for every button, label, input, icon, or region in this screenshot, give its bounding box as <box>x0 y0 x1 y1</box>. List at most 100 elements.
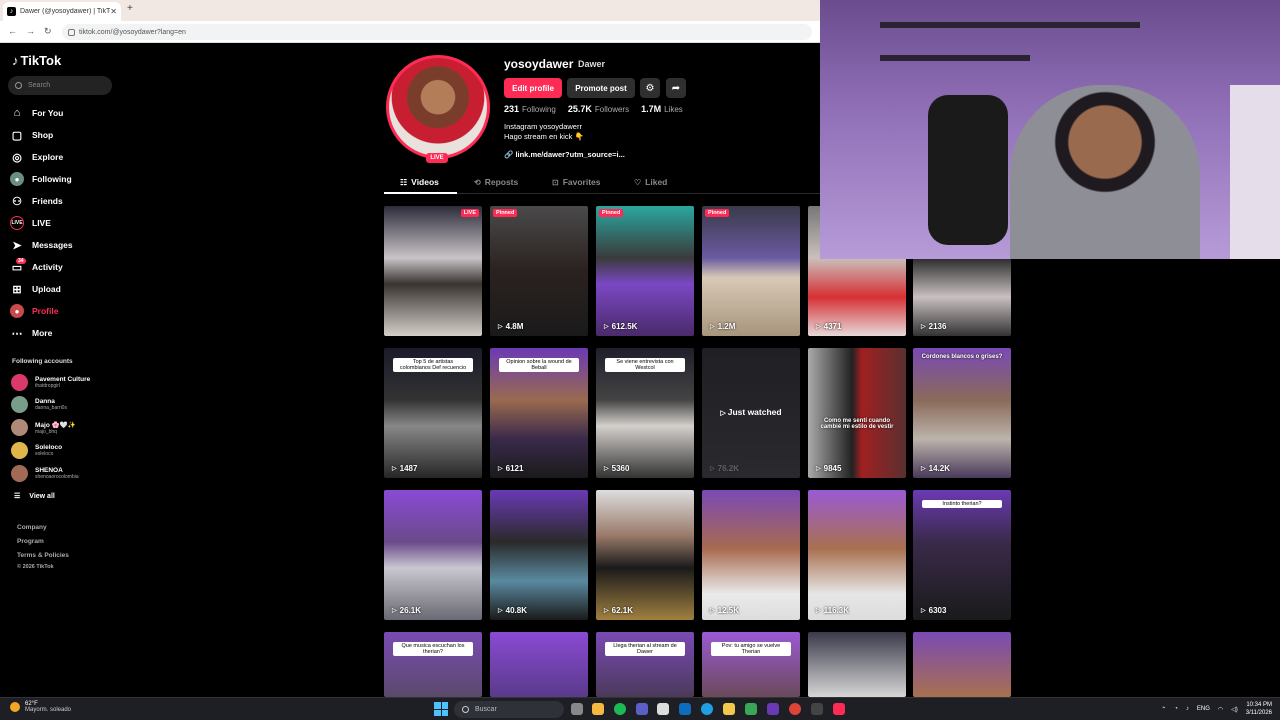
video-tile[interactable]: Pov: tu amigo se vuelve Therian <box>702 632 800 697</box>
video-tile[interactable]: Como me sentí cuando cambié mi estilo de… <box>808 348 906 478</box>
footer-link-program[interactable]: Program <box>17 538 44 545</box>
windows-start-icon[interactable] <box>434 702 448 716</box>
settings-gear-icon[interactable]: ⚙ <box>640 78 660 98</box>
nav-shop[interactable]: ▢ Shop <box>10 126 53 144</box>
search-input[interactable]: Search <box>8 76 112 95</box>
chrome-icon[interactable] <box>789 703 801 715</box>
nav-label: Explore <box>32 152 64 162</box>
video-tile[interactable] <box>808 632 906 697</box>
tab-liked[interactable]: ♡ Liked <box>634 177 667 187</box>
back-icon[interactable]: ← <box>8 26 17 36</box>
view-count-value: 62.1K <box>611 606 633 615</box>
edit-profile-button[interactable]: Edit profile <box>504 78 562 98</box>
following-stat[interactable]: 231 Following <box>504 104 556 114</box>
discord-icon[interactable] <box>767 703 779 715</box>
video-tile[interactable]: Pinned ▷ 612.5K <box>596 206 694 336</box>
forward-icon[interactable]: → <box>26 26 35 36</box>
file-explorer-icon[interactable] <box>723 703 735 715</box>
calendar-icon[interactable] <box>657 703 669 715</box>
likes-label: Likes <box>664 105 683 114</box>
taskbar-search[interactable]: Buscar <box>454 701 564 718</box>
video-tile[interactable]: Llega therian al stream de Dawer <box>596 632 694 697</box>
video-tile[interactable]: ▷ 62.1K <box>596 490 694 620</box>
nav-label: Messages <box>32 240 73 250</box>
edge-icon[interactable] <box>701 703 713 715</box>
profile-tabs: ☷ Videos ⟲ Reposts ⊡ Favorites ♡ Liked <box>384 172 820 194</box>
profile-avatar[interactable] <box>386 55 490 159</box>
language-indicator[interactable]: ENG <box>1197 706 1210 712</box>
account-item[interactable]: SHENOA shenoaorocolombia <box>11 465 79 482</box>
wifi-icon[interactable]: ◠ <box>1218 706 1223 713</box>
nav-activity[interactable]: ▭ 34 Activity <box>10 258 63 276</box>
tab-favorites[interactable]: ⊡ Favorites <box>552 177 601 187</box>
close-tab-icon[interactable]: ✕ <box>110 7 117 16</box>
video-tile[interactable]: Pinned ▷ 1.2M <box>702 206 800 336</box>
footer-link-terms[interactable]: Terms & Policies <box>17 552 69 559</box>
link-icon: 🔗 <box>504 150 514 159</box>
video-tile[interactable]: Top 5 de artistas colombianos Def recuen… <box>384 348 482 478</box>
sidebar: ♪ TikTok Search ⌂ For You ▢ Shop ◎ Explo… <box>0 43 140 697</box>
live-badge[interactable]: LIVE <box>426 153 448 163</box>
video-tile[interactable]: Opinion sobre la wound de Beball ▷ 6121 <box>490 348 588 478</box>
video-caption: Opinion sobre la wound de Beball <box>499 358 579 372</box>
tab-videos[interactable]: ☷ Videos <box>400 177 439 187</box>
site-info-icon[interactable] <box>68 28 75 36</box>
nav-for-you[interactable]: ⌂ For You <box>10 104 64 122</box>
weather-widget[interactable]: 62°F Mayorm. soleado <box>10 701 71 713</box>
nav-more[interactable]: ⋯ More <box>10 324 53 342</box>
app-icon[interactable] <box>745 703 757 715</box>
copilot-icon[interactable] <box>592 703 604 715</box>
grid-icon: ☷ <box>400 177 408 187</box>
video-tile[interactable]: Cordones blancos o grises? ▷ 14.2K <box>913 348 1011 478</box>
video-tile[interactable]: ▷ 116.3K <box>808 490 906 620</box>
nav-messages[interactable]: ➤ Messages <box>10 236 73 254</box>
nav-live[interactable]: LIVE LIVE <box>10 214 51 232</box>
video-tile[interactable]: ▷ 26.1K <box>384 490 482 620</box>
video-tile[interactable]: Se viene entrevista con Westcol ▷ 5360 <box>596 348 694 478</box>
nav-upload[interactable]: ⊞ Upload <box>10 280 60 298</box>
video-tile[interactable]: ▷ 40.8K <box>490 490 588 620</box>
chevron-up-icon[interactable]: ⌃ <box>1161 706 1166 713</box>
volume-icon[interactable]: ◁) <box>1231 706 1238 713</box>
video-tile[interactable]: ▷ Just watched ▷ 76.2K <box>702 348 800 478</box>
nav-friends[interactable]: ⚇ Friends <box>10 192 63 210</box>
tab-reposts[interactable]: ⟲ Reposts <box>474 177 518 187</box>
nav-following[interactable]: ● Following <box>10 170 72 188</box>
reload-icon[interactable]: ↻ <box>44 26 52 37</box>
footer-link-company[interactable]: Company <box>17 524 47 531</box>
tiktok-logo[interactable]: ♪ TikTok <box>12 53 61 68</box>
play-icon: ▷ <box>816 324 821 330</box>
video-tile[interactable] <box>913 632 1011 697</box>
nav-profile[interactable]: ● Profile <box>10 302 58 320</box>
obs-icon[interactable] <box>811 703 823 715</box>
tiktok-live-studio-icon[interactable] <box>833 703 845 715</box>
mic-icon[interactable]: ♪ <box>1186 706 1189 712</box>
video-tile[interactable] <box>490 632 588 697</box>
share-icon[interactable]: ➦ <box>666 78 686 98</box>
account-item[interactable]: Soleloco soleloco <box>11 442 62 459</box>
video-tile[interactable]: LIVE <box>384 206 482 336</box>
tab-label: Reposts <box>484 177 519 187</box>
account-item[interactable]: Majo 🌸🤍✨ majo_bhq <box>11 419 76 436</box>
compass-icon: ◎ <box>12 151 22 164</box>
network-icon[interactable]: ◔ <box>1174 706 1178 712</box>
nav-explore[interactable]: ◎ Explore <box>10 148 63 166</box>
view-all-button[interactable]: ☰ View all <box>14 492 55 501</box>
video-tile[interactable]: ▷ 12.5K <box>702 490 800 620</box>
video-tile[interactable]: Pinned ▷ 4.8M <box>490 206 588 336</box>
new-tab-icon[interactable]: + <box>127 3 133 14</box>
followers-stat[interactable]: 25.7K Followers <box>568 104 629 114</box>
outlook-icon[interactable] <box>679 703 691 715</box>
url-field[interactable]: tiktok.com/@yosoydawer?lang=en <box>62 24 812 40</box>
video-tile[interactable]: Que musica escuchan los therian? <box>384 632 482 697</box>
clock[interactable]: 10:34 PM 3/11/2026 <box>1246 701 1272 717</box>
task-view-icon[interactable] <box>571 703 583 715</box>
browser-tab[interactable]: ♪ Dawer (@yosoydawer) | TikTok ✕ <box>3 2 121 21</box>
teams-icon[interactable] <box>636 703 648 715</box>
account-item[interactable]: Pavement Culture thatdropgirl <box>11 374 90 391</box>
spotify-icon[interactable] <box>614 703 626 715</box>
account-item[interactable]: Danna danna_barri0s <box>11 396 67 413</box>
video-tile[interactable]: Instinto therian? ▷ 6303 <box>913 490 1011 620</box>
promote-post-button[interactable]: Promote post <box>567 78 635 98</box>
profile-link[interactable]: 🔗 link.me/dawer?utm_source=i... <box>504 150 625 159</box>
